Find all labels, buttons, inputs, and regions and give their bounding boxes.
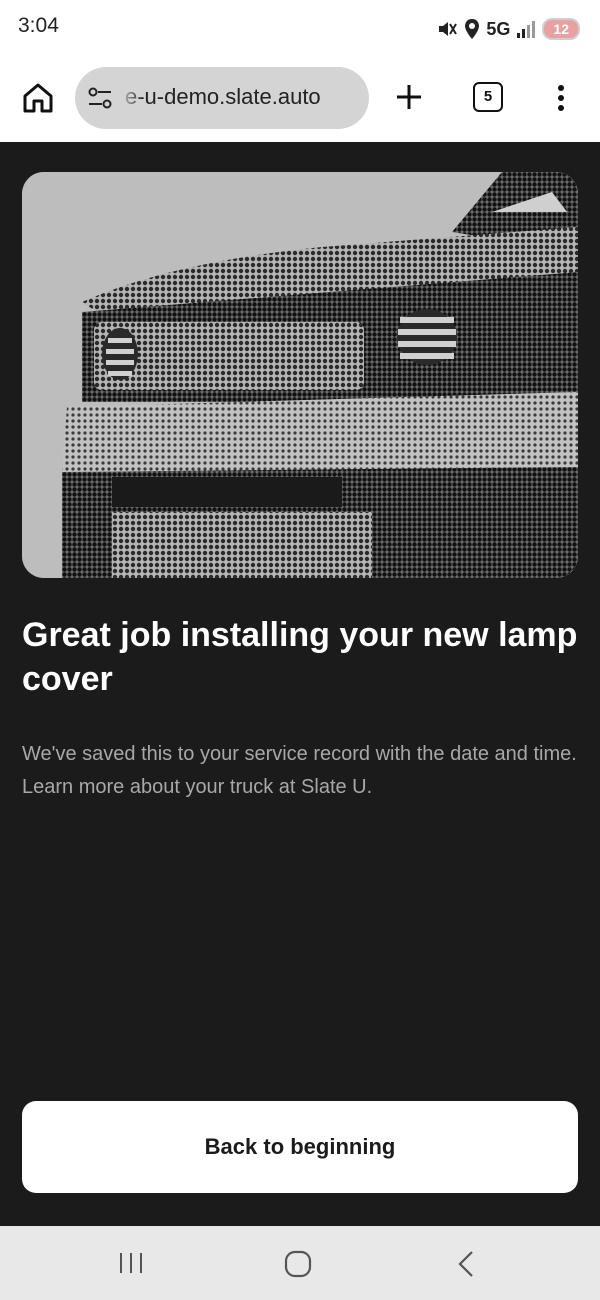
back-to-beginning-button[interactable]: Back to beginning <box>22 1101 578 1193</box>
page-title: Great job installing your new lamp cover <box>22 616 578 698</box>
site-settings-icon[interactable] <box>87 85 113 111</box>
mute-icon <box>439 22 458 36</box>
description-text: We've saved this to your service record … <box>22 743 577 798</box>
status-time: 3:04 <box>18 14 59 37</box>
home-circle-icon[interactable] <box>284 1250 312 1278</box>
recents-icon[interactable] <box>118 1251 144 1275</box>
network-label: 5G <box>486 18 511 39</box>
location-icon <box>465 19 480 39</box>
home-icon[interactable] <box>20 80 56 116</box>
truck-illustration <box>22 172 578 578</box>
status-icons: 5G 12 <box>436 15 580 43</box>
url-fade <box>119 67 143 129</box>
tabs-icon[interactable]: 5 <box>473 82 503 112</box>
plus-icon[interactable] <box>392 80 426 114</box>
more-vert-icon[interactable] <box>551 80 571 116</box>
system-nav-bar <box>0 1226 600 1300</box>
url-text: e-u-demo.slate.auto <box>125 84 321 109</box>
back-icon[interactable] <box>456 1249 476 1279</box>
battery-icon: 12 <box>542 18 580 40</box>
address-bar[interactable]: e-u-demo.slate.auto <box>75 67 369 129</box>
status-bar: 3:04 5G 12 <box>0 0 600 58</box>
truck-halftone-image <box>22 172 578 578</box>
browser-toolbar: e-u-demo.slate.auto 5 <box>0 58 600 142</box>
signal-icon <box>517 21 536 38</box>
